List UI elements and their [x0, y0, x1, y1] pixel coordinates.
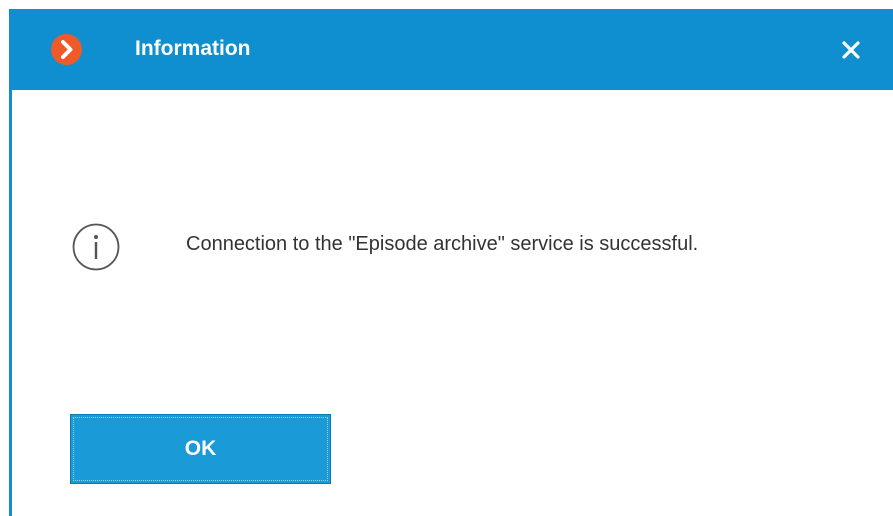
app-logo-icon: [51, 34, 82, 65]
close-button[interactable]: [838, 37, 864, 63]
dialog-titlebar[interactable]: Information: [12, 9, 893, 90]
ok-button[interactable]: OK: [70, 414, 331, 484]
page: Information Connection to the "Episode a…: [0, 0, 893, 516]
ok-button-label: OK: [184, 437, 217, 460]
info-icon: [71, 222, 121, 272]
close-icon: [842, 41, 860, 59]
dialog-message: Connection to the "Episode archive" serv…: [186, 233, 699, 255]
information-dialog: Information Connection to the "Episode a…: [9, 9, 893, 516]
dialog-title: Information: [135, 37, 251, 60]
